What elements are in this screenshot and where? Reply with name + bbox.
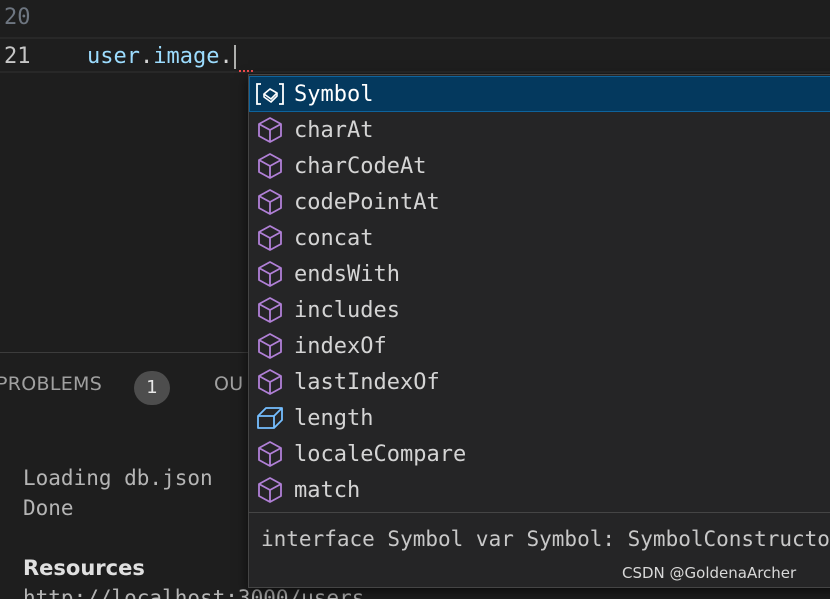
method-cube-icon xyxy=(254,186,286,218)
text-cursor xyxy=(233,45,236,69)
suggest-item[interactable]: charCodeAt xyxy=(249,148,830,184)
method-cube-icon xyxy=(254,258,286,290)
method-cube-icon xyxy=(254,330,286,362)
tab-problems[interactable]: PROBLEMS xyxy=(0,373,102,395)
suggest-item[interactable]: match xyxy=(249,472,830,508)
suggest-item-label: localeCompare xyxy=(294,441,467,467)
suggest-widget[interactable]: Symbol charAt charCodeAt codePointAt concat e… xyxy=(248,74,830,588)
method-cube-icon xyxy=(254,366,286,398)
suggest-item[interactable]: concat xyxy=(249,220,830,256)
line-number: 20 xyxy=(4,5,31,30)
tab-output[interactable]: OU xyxy=(214,373,243,395)
interface-icon xyxy=(254,78,286,110)
suggest-item[interactable]: codePointAt xyxy=(249,184,830,220)
suggest-item-label: charAt xyxy=(294,117,374,143)
error-squiggle xyxy=(239,66,253,72)
suggest-item[interactable]: localeCompare xyxy=(249,436,830,472)
suggest-item[interactable]: charAt xyxy=(249,112,830,148)
method-cube-icon xyxy=(254,150,286,182)
suggest-item[interactable]: lastIndexOf xyxy=(249,364,830,400)
suggest-item-label: lastIndexOf xyxy=(294,369,440,395)
suggest-item-label: length xyxy=(294,405,374,431)
property-cube-icon xyxy=(254,402,286,434)
method-cube-icon xyxy=(254,294,286,326)
code-text[interactable]: user.image. xyxy=(87,39,236,75)
code-dot: . xyxy=(139,44,154,69)
suggest-item[interactable]: indexOf xyxy=(249,328,830,364)
suggest-item-label: includes xyxy=(294,297,400,323)
suggest-item[interactable]: endsWith xyxy=(249,256,830,292)
suggest-list[interactable]: Symbol charAt charCodeAt codePointAt concat e… xyxy=(249,76,830,508)
line-number: 21 xyxy=(4,44,31,69)
method-cube-icon xyxy=(254,114,286,146)
suggest-item-label: indexOf xyxy=(294,333,387,359)
editor-line-20[interactable]: 20 xyxy=(0,0,830,36)
suggest-item-label: Symbol xyxy=(294,81,374,107)
watermark-text: CSDN @GoldenaArcher xyxy=(622,564,797,582)
method-cube-icon xyxy=(254,474,286,506)
suggest-item-label: concat xyxy=(294,225,374,251)
editor-line-21[interactable]: 21 user.image. xyxy=(0,37,830,73)
code-dot: . xyxy=(219,44,233,69)
suggest-item-label: codePointAt xyxy=(294,189,440,215)
suggest-item[interactable]: includes xyxy=(249,292,830,328)
method-cube-icon xyxy=(254,222,286,254)
suggest-item-label: charCodeAt xyxy=(294,153,427,179)
problems-count-badge: 1 xyxy=(134,371,170,405)
suggest-item-label: endsWith xyxy=(294,261,400,287)
suggest-item[interactable]: Symbol xyxy=(249,76,830,112)
code-property: image xyxy=(153,44,220,69)
suggest-item[interactable]: length xyxy=(249,400,830,436)
suggest-item-label: match xyxy=(294,477,361,503)
method-cube-icon xyxy=(254,438,286,470)
code-object: user xyxy=(87,44,140,69)
suggest-detail-text: interface Symbol var Symbol: SymbolConst… xyxy=(261,527,830,551)
